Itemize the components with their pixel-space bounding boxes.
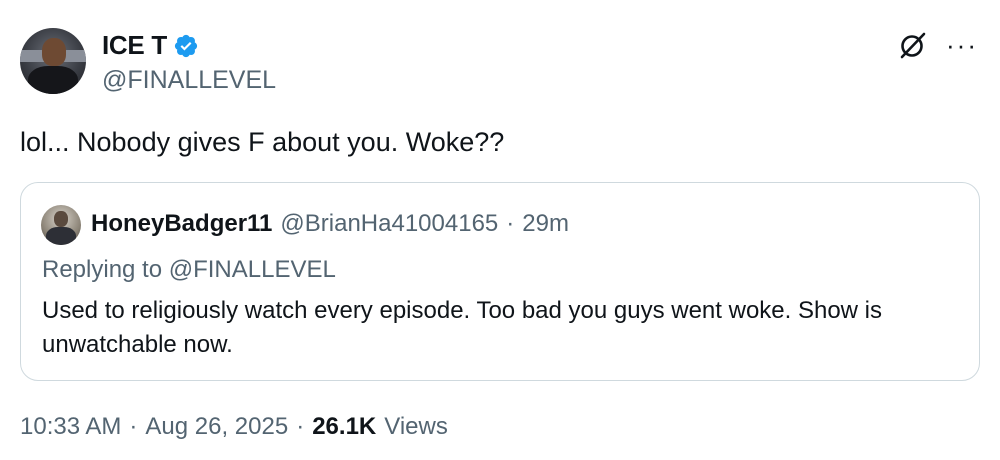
tweet-date[interactable]: Aug 26, 2025 (145, 413, 288, 441)
quoted-avatar-body (46, 227, 76, 245)
quoted-author-avatar[interactable] (41, 205, 81, 245)
author-name-row: ICE T (102, 30, 199, 61)
tweet-text: lol... Nobody gives F about you. Woke?? (20, 127, 505, 157)
header-actions: ··· (898, 30, 978, 60)
author-avatar[interactable] (20, 28, 86, 94)
quoted-replying-to: Replying to @FINALLEVEL (42, 256, 336, 283)
author-handle[interactable]: @FINALLEVEL (102, 66, 276, 95)
quoted-tweet[interactable]: HoneyBadger11 @BrianHa41004165 · 29m Rep… (20, 182, 980, 381)
meta-separator: · (129, 413, 138, 440)
avatar-head (42, 38, 66, 66)
meta-separator: · (296, 413, 305, 440)
quoted-author-name[interactable]: HoneyBadger11 (91, 210, 272, 238)
tweet-card: ICE T @FINALLEVEL ··· lol... Nobody give… (0, 0, 1000, 460)
author-display-name[interactable]: ICE T (102, 30, 167, 61)
quoted-tweet-text: Used to religiously watch every episode.… (42, 297, 883, 358)
views-label: Views (384, 413, 448, 440)
verified-badge-icon[interactable] (173, 33, 199, 59)
more-options-icon[interactable]: ··· (946, 30, 978, 60)
tweet-time[interactable]: 10:33 AM (20, 413, 121, 441)
quoted-timestamp[interactable]: 29m (522, 210, 569, 238)
tweet-meta: 10:33 AM · Aug 26, 2025 · 26.1K Views (20, 413, 448, 441)
quoted-avatar-head (54, 211, 68, 227)
quoted-separator: · (506, 210, 515, 237)
quoted-tweet-header: HoneyBadger11 @BrianHa41004165 · 29m (91, 210, 569, 238)
quoted-author-handle[interactable]: @BrianHa41004165 (280, 210, 498, 238)
grok-icon[interactable] (898, 30, 928, 60)
avatar-body (28, 66, 78, 94)
views-count: 26.1K (312, 413, 377, 440)
